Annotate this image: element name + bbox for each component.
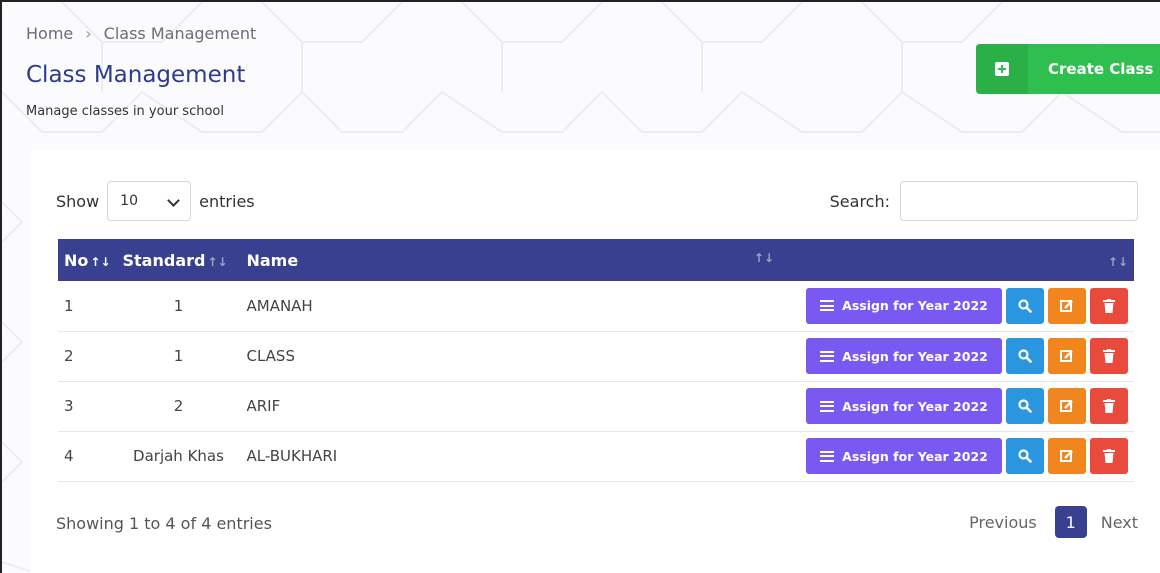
cell-standard: Darjah Khas bbox=[133, 447, 224, 465]
row-actions: Assign for Year 2022 bbox=[786, 438, 1128, 474]
column-header-actions[interactable]: ↑↓ bbox=[780, 239, 1134, 281]
delete-button[interactable] bbox=[1090, 338, 1128, 374]
table-row: 1 1 AMANAH Assign for Year 2022 bbox=[58, 281, 1134, 331]
table-header-row: No ↑↓ Standard ↑↓ Name ↑↓ ↑↓ bbox=[58, 239, 1134, 281]
entries-label: entries bbox=[199, 191, 255, 211]
search-control: Search: bbox=[830, 181, 1138, 221]
search-icon bbox=[1018, 399, 1032, 413]
delete-button[interactable] bbox=[1090, 438, 1128, 474]
cell-standard: 1 bbox=[173, 347, 184, 365]
cell-standard: 2 bbox=[173, 397, 184, 415]
table-body: 1 1 AMANAH Assign for Year 2022 2 1 CLAS… bbox=[58, 281, 1134, 481]
cell-actions: Assign for Year 2022 bbox=[780, 281, 1134, 331]
cell-no: 3 bbox=[64, 397, 74, 415]
cell-standard: 1 bbox=[173, 296, 184, 315]
create-class-button[interactable]: Create Class bbox=[976, 44, 1160, 94]
edit-icon bbox=[1060, 299, 1073, 312]
assign-label: Assign for Year 2022 bbox=[842, 398, 988, 414]
entries-length-control: Show 10 entries bbox=[56, 181, 255, 221]
row-actions: Assign for Year 2022 bbox=[786, 287, 1128, 324]
column-header-name[interactable]: Name ↑↓ bbox=[240, 239, 780, 281]
list-icon bbox=[820, 450, 835, 462]
search-icon bbox=[1018, 449, 1032, 463]
search-label: Search: bbox=[829, 191, 890, 211]
sort-icon: ↑↓ bbox=[207, 254, 228, 269]
chevron-right-icon: › bbox=[85, 24, 92, 43]
edit-button[interactable] bbox=[1048, 438, 1086, 474]
view-button[interactable] bbox=[1006, 388, 1044, 424]
cell-name: ARIF bbox=[246, 397, 281, 415]
trash-icon bbox=[1103, 449, 1115, 463]
cell-no: 2 bbox=[64, 347, 74, 365]
page-frame: Home › Class Management Class Management… bbox=[0, 0, 1160, 573]
trash-icon bbox=[1103, 349, 1115, 363]
list-icon bbox=[820, 350, 835, 362]
edit-icon bbox=[1060, 450, 1073, 462]
cell-actions: Assign for Year 2022 bbox=[780, 381, 1134, 431]
next-button[interactable]: Next bbox=[1101, 513, 1138, 532]
search-icon bbox=[1018, 299, 1032, 313]
view-button[interactable] bbox=[1006, 287, 1044, 324]
cell-actions: Assign for Year 2022 bbox=[780, 331, 1134, 381]
create-class-label: Create Class bbox=[1048, 60, 1154, 78]
show-label: Show bbox=[56, 191, 100, 211]
assign-year-button[interactable]: Assign for Year 2022 bbox=[806, 287, 1002, 324]
entries-value: 10 bbox=[120, 193, 138, 209]
cell-no: 4 bbox=[64, 447, 74, 465]
class-table-card: Show 10 entries Search: No ↑↓ Standard ↑↓ bbox=[30, 150, 1160, 573]
assign-label: Assign for Year 2022 bbox=[842, 448, 988, 464]
row-actions: Assign for Year 2022 bbox=[786, 388, 1128, 424]
breadcrumb-current: Class Management bbox=[103, 24, 257, 43]
edit-button[interactable] bbox=[1048, 388, 1086, 424]
cell-no: 1 bbox=[64, 296, 74, 315]
plus-square-icon bbox=[976, 44, 1028, 94]
delete-button[interactable] bbox=[1090, 287, 1128, 324]
edit-icon bbox=[1060, 400, 1073, 412]
chevron-down-icon bbox=[168, 196, 178, 206]
table-info: Showing 1 to 4 of 4 entries bbox=[56, 514, 272, 533]
column-header-no[interactable]: No ↑↓ bbox=[58, 239, 117, 281]
breadcrumb-home[interactable]: Home bbox=[26, 24, 73, 43]
delete-button[interactable] bbox=[1090, 388, 1128, 424]
assign-year-button[interactable]: Assign for Year 2022 bbox=[806, 438, 1002, 474]
sort-icon: ↑↓ bbox=[753, 250, 774, 265]
row-actions: Assign for Year 2022 bbox=[786, 338, 1128, 374]
sort-asc-icon: ↑↓ bbox=[90, 254, 111, 269]
edit-button[interactable] bbox=[1048, 338, 1086, 374]
table-row: 3 2 ARIF Assign for Year 2022 bbox=[58, 381, 1134, 431]
table-row: 2 1 CLASS Assign for Year 2022 bbox=[58, 331, 1134, 381]
page-subtitle: Manage classes in your school bbox=[26, 104, 224, 119]
cell-actions: Assign for Year 2022 bbox=[780, 431, 1134, 481]
trash-icon bbox=[1103, 399, 1115, 413]
sort-icon: ↑↓ bbox=[1107, 254, 1128, 269]
page-title: Class Management bbox=[26, 62, 246, 88]
entries-select[interactable]: 10 bbox=[107, 181, 192, 221]
pagination: Previous 1 Next bbox=[969, 506, 1138, 538]
page-header: Home › Class Management Class Management… bbox=[2, 2, 1160, 152]
assign-year-button[interactable]: Assign for Year 2022 bbox=[806, 338, 1002, 374]
list-icon bbox=[820, 400, 835, 412]
list-icon bbox=[820, 300, 835, 312]
edit-button[interactable] bbox=[1048, 287, 1086, 324]
assign-year-button[interactable]: Assign for Year 2022 bbox=[806, 388, 1002, 424]
view-button[interactable] bbox=[1006, 438, 1044, 474]
page-button[interactable]: 1 bbox=[1054, 506, 1087, 538]
table-row: 4 Darjah Khas AL-BUKHARI Assign for Year… bbox=[58, 431, 1134, 481]
column-header-standard[interactable]: Standard ↑↓ bbox=[117, 239, 241, 281]
class-table: No↑↓ Standard↑↓ Name↑↓ ↑↓ 1 1 AMANAH bbox=[58, 239, 1134, 482]
search-icon bbox=[1018, 349, 1032, 363]
assign-label: Assign for Year 2022 bbox=[842, 348, 988, 364]
search-input[interactable] bbox=[900, 181, 1138, 221]
previous-button[interactable]: Previous bbox=[969, 513, 1037, 532]
edit-icon bbox=[1060, 350, 1073, 362]
view-button[interactable] bbox=[1006, 338, 1044, 374]
cell-name: AL-BUKHARI bbox=[246, 447, 338, 465]
assign-label: Assign for Year 2022 bbox=[842, 298, 988, 314]
breadcrumb: Home › Class Management bbox=[26, 24, 256, 43]
cell-name: CLASS bbox=[246, 347, 295, 365]
trash-icon bbox=[1103, 298, 1115, 313]
cell-name: AMANAH bbox=[246, 296, 313, 315]
